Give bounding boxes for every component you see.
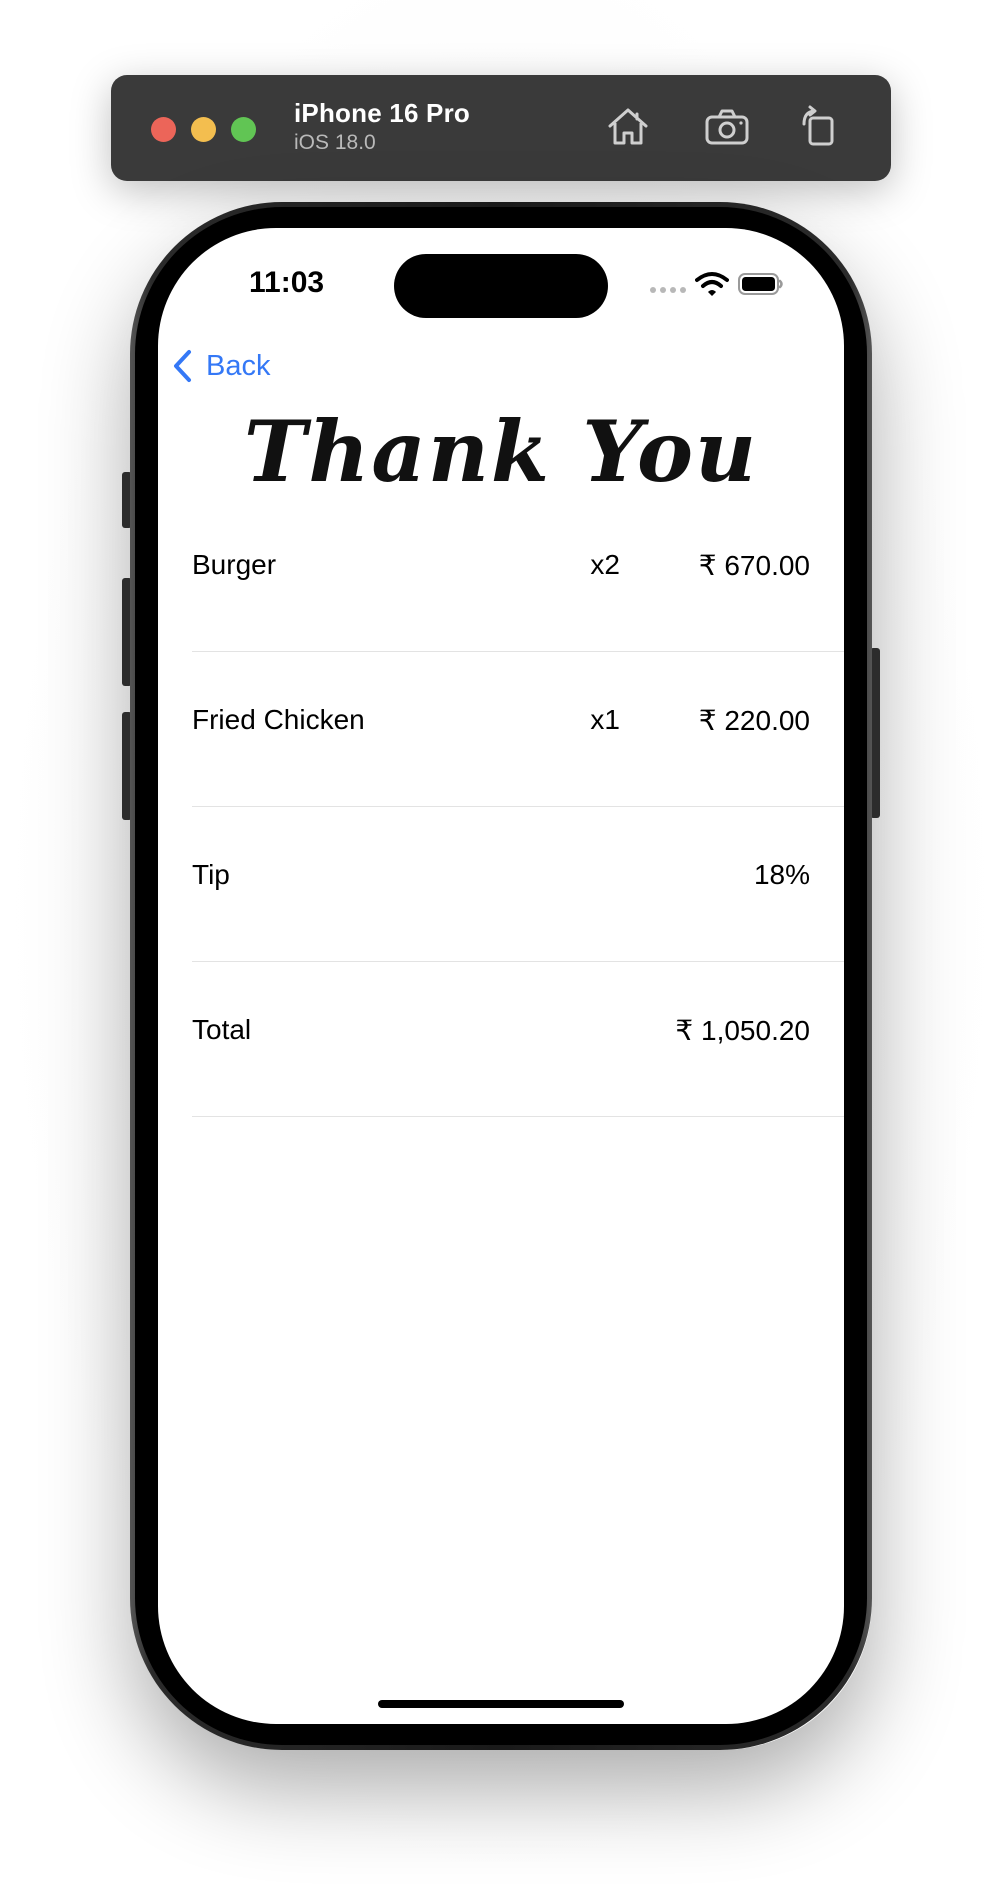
rotate-icon — [802, 105, 834, 146]
wifi-icon — [695, 272, 729, 296]
item-name: Burger — [192, 549, 277, 580]
home-icon — [608, 108, 648, 145]
home-button[interactable] — [603, 102, 653, 152]
total-row: Total ₹ 1,050.20 — [192, 962, 844, 1117]
os-version: iOS 18.0 — [294, 131, 376, 154]
list-item: Fried Chicken x1 ₹ 220.00 — [192, 652, 844, 807]
minimize-window-button[interactable] — [191, 117, 216, 142]
tip-row: Tip 18% — [192, 807, 844, 962]
item-quantity: x1 — [590, 704, 620, 735]
dynamic-island — [394, 254, 608, 318]
home-indicator[interactable] — [378, 1700, 624, 1708]
zoom-window-button[interactable] — [231, 117, 256, 142]
close-window-button[interactable] — [151, 117, 176, 142]
phone-screen: 11:03 Back Thank You Burger x2 ₹ 670.00 … — [158, 228, 844, 1724]
device-name: iPhone 16 Pro — [294, 98, 470, 128]
simulator-title-bar — [111, 75, 891, 181]
screenshot-button[interactable] — [702, 102, 752, 152]
screenshot-icon — [705, 109, 749, 145]
item-quantity: x2 — [590, 549, 620, 580]
stage: iPhone 16 Pro iOS 18.0 11:03 Back Thank … — [0, 0, 1002, 1900]
tip-value: 18% — [753, 859, 810, 890]
back-label: Back — [206, 349, 271, 382]
item-name: Fried Chicken — [192, 704, 365, 735]
battery-icon — [738, 273, 783, 295]
rotate-button[interactable] — [794, 102, 844, 152]
page-title: Thank You — [243, 402, 759, 501]
total-label: Total — [192, 1014, 252, 1045]
item-price: ₹ 220.00 — [698, 705, 810, 736]
tip-label: Tip — [192, 859, 230, 890]
item-price: ₹ 670.00 — [698, 550, 810, 581]
total-value: ₹ 1,050.20 — [675, 1015, 810, 1046]
back-button[interactable]: Back — [172, 346, 270, 386]
cellular-signal-icon — [650, 287, 686, 293]
status-time: 11:03 — [249, 266, 325, 299]
chevron-left-icon — [174, 350, 191, 382]
list-item: Burger x2 ₹ 670.00 — [192, 497, 844, 652]
